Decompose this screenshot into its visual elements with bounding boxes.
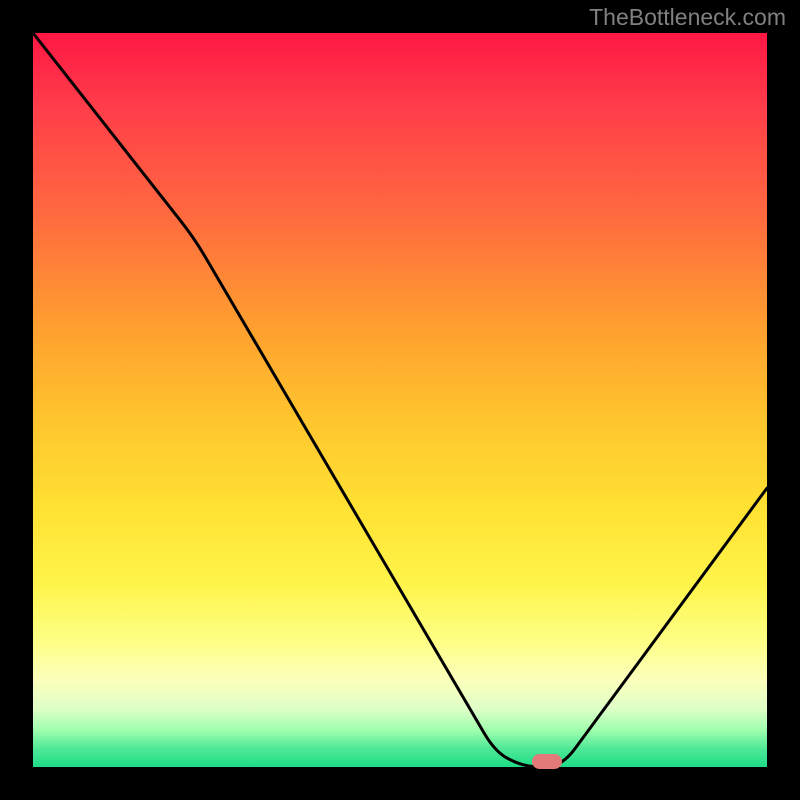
- chart-plot-area: [33, 33, 767, 767]
- optimal-point-marker: [532, 754, 562, 769]
- watermark-text: TheBottleneck.com: [589, 4, 786, 31]
- bottleneck-curve-svg: [33, 33, 767, 767]
